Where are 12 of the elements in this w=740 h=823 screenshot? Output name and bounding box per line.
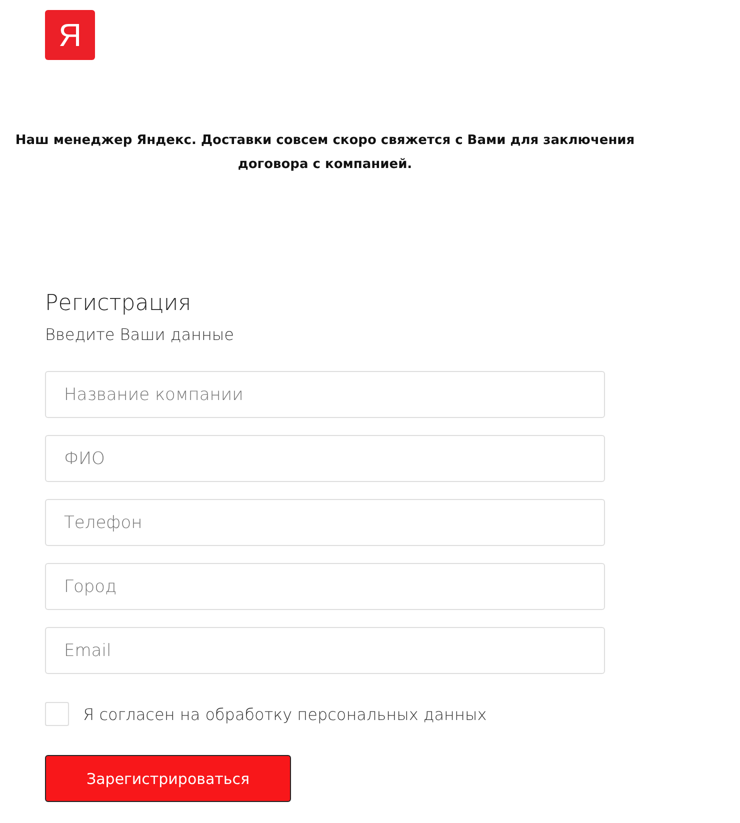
input-field[interactable]: Email (45, 627, 605, 674)
input-field[interactable]: Город (45, 563, 605, 610)
input-field[interactable]: Телефон (45, 499, 605, 546)
logo: Я (45, 10, 95, 60)
checkbox[interactable] (45, 702, 69, 726)
form-subtitle: Введите Ваши данные (45, 325, 235, 344)
register-button[interactable]: Зарегистрироваться (45, 755, 291, 802)
input-field[interactable]: ФИО (45, 435, 605, 482)
notice-text: Наш менеджер Яндекс. Доставки совсем скоро свяжется с Вами для заключения договора с компанией. (15, 132, 635, 174)
consent-label: Я согласен на обработку персональных данных (83, 704, 487, 724)
form-title: Регистрация (45, 290, 192, 318)
input-field[interactable]: Название компании (45, 371, 605, 418)
